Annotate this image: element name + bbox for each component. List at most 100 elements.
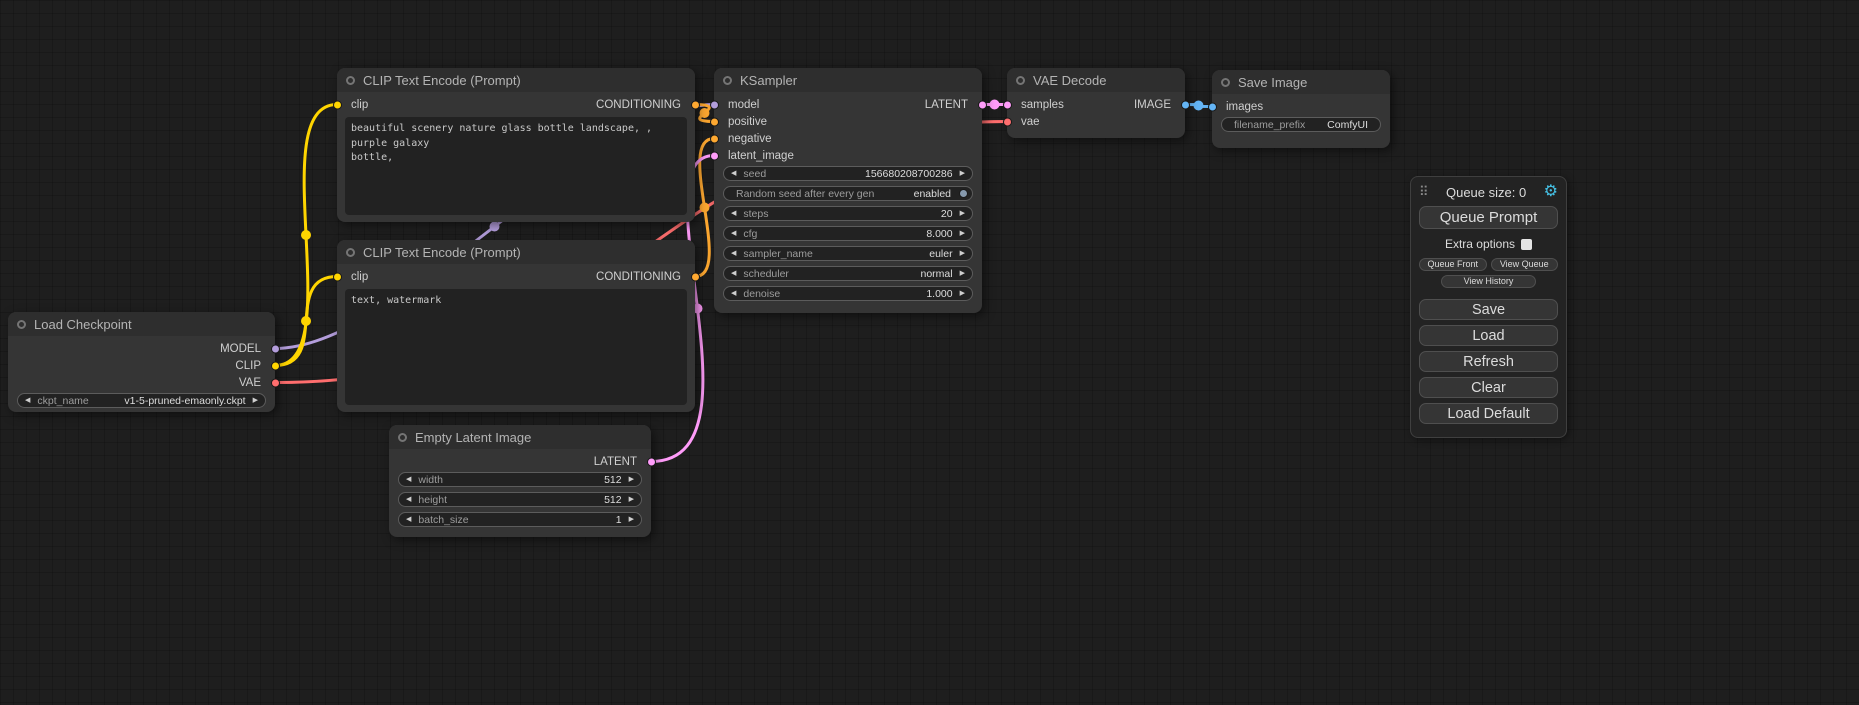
increment-arrow-icon[interactable]: ▶ [953, 267, 972, 280]
widget-batch-size[interactable]: ◀ batch_size 1 ▶ [398, 512, 642, 527]
increment-arrow-icon[interactable]: ▶ [246, 394, 265, 407]
conditioning-output-dot[interactable] [691, 100, 700, 109]
link-clip-negative [275, 277, 337, 366]
node-title: Empty Latent Image [415, 430, 531, 445]
slot-row: clip CONDITIONING [337, 268, 695, 285]
latent-output-dot[interactable] [978, 100, 987, 109]
node-title-bar[interactable]: KSampler [714, 68, 982, 92]
view-history-button[interactable]: View History [1441, 275, 1536, 288]
extra-options-checkbox[interactable] [1521, 239, 1532, 250]
model-output-dot[interactable] [271, 344, 280, 353]
node-title-bar[interactable]: Empty Latent Image [389, 425, 651, 449]
node-vae-decode[interactable]: VAE Decode samples IMAGE vae [1007, 68, 1185, 138]
decrement-arrow-icon[interactable]: ◀ [724, 287, 743, 300]
decrement-arrow-icon[interactable]: ◀ [724, 247, 743, 260]
clip-input-dot[interactable] [333, 272, 342, 281]
latent-output-dot[interactable] [647, 457, 656, 466]
decrement-arrow-icon[interactable]: ◀ [18, 394, 37, 407]
increment-arrow-icon[interactable]: ▶ [953, 167, 972, 180]
widget-denoise[interactable]: ◀ denoise 1.000 ▶ [723, 286, 973, 301]
load-default-button[interactable]: Load Default [1419, 403, 1558, 424]
node-load-checkpoint[interactable]: Load Checkpoint MODEL CLIP VAE ◀ ckpt_na… [8, 312, 275, 412]
node-clip-text-encode-positive[interactable]: CLIP Text Encode (Prompt) clip CONDITION… [337, 68, 695, 222]
node-title-bar[interactable]: CLIP Text Encode (Prompt) [337, 68, 695, 92]
widget-steps[interactable]: ◀ steps 20 ▶ [723, 206, 973, 221]
widget-name: steps [743, 208, 768, 220]
collapse-dot[interactable] [1016, 76, 1025, 85]
slot-label: positive [728, 116, 767, 128]
decrement-arrow-icon[interactable]: ◀ [399, 473, 418, 486]
increment-arrow-icon[interactable]: ▶ [622, 513, 641, 526]
vae-output-dot[interactable] [271, 378, 280, 387]
save-button[interactable]: Save [1419, 299, 1558, 320]
widget-scheduler[interactable]: ◀ scheduler normal ▶ [723, 266, 973, 281]
widget-filename-prefix[interactable]: filename_prefix ComfyUI [1221, 117, 1381, 132]
images-input-dot[interactable] [1208, 102, 1217, 111]
node-title: CLIP Text Encode (Prompt) [363, 245, 521, 260]
output-slot-vae: VAE [8, 374, 275, 391]
samples-input-dot[interactable] [1003, 100, 1012, 109]
queue-front-button[interactable]: Queue Front [1419, 258, 1487, 271]
decrement-arrow-icon[interactable]: ◀ [724, 227, 743, 240]
clip-output-dot[interactable] [271, 361, 280, 370]
drag-handle-icon[interactable]: ⠿ [1419, 184, 1429, 200]
collapse-dot[interactable] [1221, 78, 1230, 87]
node-title-bar[interactable]: Save Image [1212, 70, 1390, 94]
conditioning-output-dot[interactable] [691, 272, 700, 281]
clear-button[interactable]: Clear [1419, 377, 1558, 398]
node-clip-text-encode-negative[interactable]: CLIP Text Encode (Prompt) clip CONDITION… [337, 240, 695, 412]
increment-arrow-icon[interactable]: ▶ [622, 473, 641, 486]
collapse-dot[interactable] [398, 433, 407, 442]
positive-input-dot[interactable] [710, 117, 719, 126]
load-button[interactable]: Load [1419, 325, 1558, 346]
node-title-bar[interactable]: VAE Decode [1007, 68, 1185, 92]
decrement-arrow-icon[interactable]: ◀ [724, 267, 743, 280]
settings-gear-icon[interactable]: ⚙ [1544, 185, 1558, 199]
clip-input-dot[interactable] [333, 100, 342, 109]
toggle-indicator-dot[interactable] [959, 189, 968, 198]
model-input-dot[interactable] [710, 100, 719, 109]
widget-sampler-name[interactable]: ◀ sampler_name euler ▶ [723, 246, 973, 261]
node-graph-canvas[interactable]: Load Checkpoint MODEL CLIP VAE ◀ ckpt_na… [0, 0, 1859, 705]
widget-width[interactable]: ◀ width 512 ▶ [398, 472, 642, 487]
node-empty-latent-image[interactable]: Empty Latent Image LATENT ◀ width 512 ▶ … [389, 425, 651, 537]
decrement-arrow-icon[interactable]: ◀ [724, 207, 743, 220]
node-save-image[interactable]: Save Image images filename_prefix ComfyU… [1212, 70, 1390, 148]
widget-ckpt-name[interactable]: ◀ ckpt_name v1-5-pruned-emaonly.ckpt ▶ [17, 393, 266, 408]
collapse-dot[interactable] [346, 76, 355, 85]
slot-row: model LATENT [714, 96, 982, 113]
collapse-dot[interactable] [723, 76, 732, 85]
refresh-button[interactable]: Refresh [1419, 351, 1558, 372]
increment-arrow-icon[interactable]: ▶ [953, 247, 972, 260]
latent-image-input-dot[interactable] [710, 151, 719, 160]
prompt-textarea[interactable]: beautiful scenery nature glass bottle la… [345, 117, 687, 215]
widget-name: ckpt_name [37, 395, 88, 407]
node-ksampler[interactable]: KSampler model LATENT positive negative … [714, 68, 982, 313]
decrement-arrow-icon[interactable]: ◀ [399, 513, 418, 526]
increment-arrow-icon[interactable]: ▶ [953, 207, 972, 220]
widget-value: 512 [604, 474, 622, 486]
node-title-bar[interactable]: Load Checkpoint [8, 312, 275, 336]
widget-seed[interactable]: ◀ seed 156680208700286 ▶ [723, 166, 973, 181]
widget-value: normal [921, 268, 953, 280]
decrement-arrow-icon[interactable]: ◀ [399, 493, 418, 506]
image-output-dot[interactable] [1181, 100, 1190, 109]
widget-value: 8.000 [926, 228, 952, 240]
collapse-dot[interactable] [17, 320, 26, 329]
increment-arrow-icon[interactable]: ▶ [953, 227, 972, 240]
widget-cfg[interactable]: ◀ cfg 8.000 ▶ [723, 226, 973, 241]
increment-arrow-icon[interactable]: ▶ [953, 287, 972, 300]
negative-input-dot[interactable] [710, 134, 719, 143]
increment-arrow-icon[interactable]: ▶ [622, 493, 641, 506]
widget-random-seed-toggle[interactable]: Random seed after every gen enabled [723, 186, 973, 201]
node-title: Save Image [1238, 75, 1307, 90]
queue-prompt-button[interactable]: Queue Prompt [1419, 206, 1558, 229]
collapse-dot[interactable] [346, 248, 355, 257]
view-queue-button[interactable]: View Queue [1491, 258, 1559, 271]
decrement-arrow-icon[interactable]: ◀ [724, 167, 743, 180]
node-title-bar[interactable]: CLIP Text Encode (Prompt) [337, 240, 695, 264]
widget-height[interactable]: ◀ height 512 ▶ [398, 492, 642, 507]
prompt-textarea[interactable]: text, watermark [345, 289, 687, 405]
slot-label: VAE [239, 377, 261, 389]
vae-input-dot[interactable] [1003, 117, 1012, 126]
